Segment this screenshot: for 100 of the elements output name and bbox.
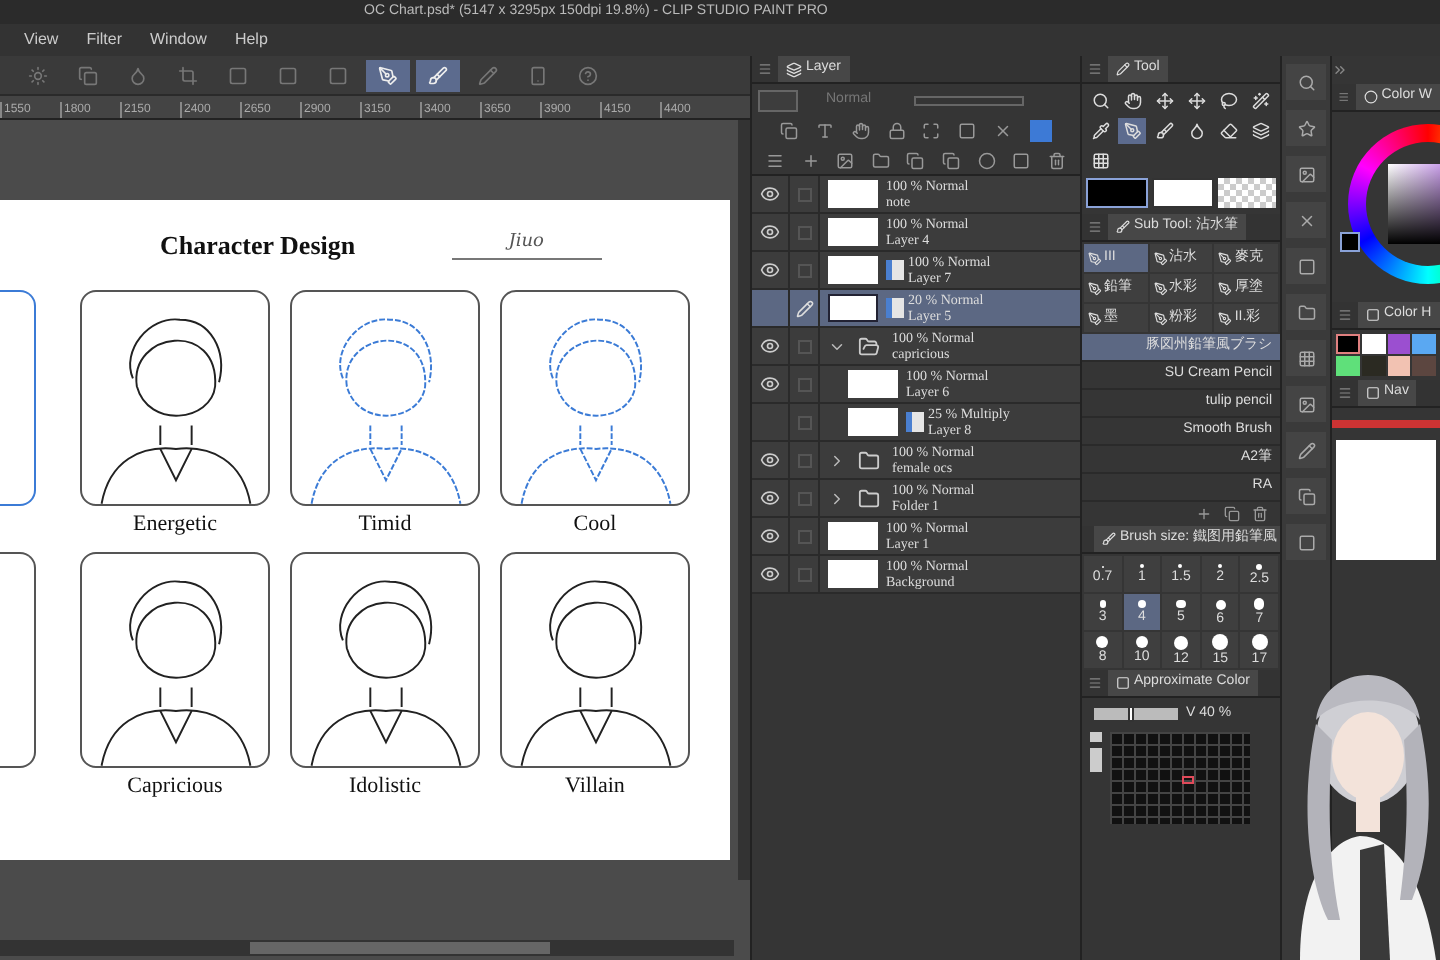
eye-icon[interactable] xyxy=(760,336,780,356)
eye-icon[interactable] xyxy=(760,260,780,280)
image-icon[interactable] xyxy=(836,151,855,169)
panel-button[interactable] xyxy=(1286,156,1326,192)
copy-icon[interactable] xyxy=(942,151,960,169)
pen-icon xyxy=(1218,281,1233,295)
opacity-slider[interactable] xyxy=(914,95,1024,105)
square-icon[interactable] xyxy=(1012,151,1031,169)
text-icon[interactable] xyxy=(816,122,835,140)
toolbar-button[interactable] xyxy=(366,59,410,91)
panel-button[interactable] xyxy=(1286,202,1326,238)
panel-button[interactable] xyxy=(1286,524,1326,560)
brush-icon xyxy=(1155,122,1174,140)
panel-menu-icon[interactable] xyxy=(1338,90,1350,104)
collapse-icon[interactable] xyxy=(828,489,846,507)
lock-checkbox[interactable] xyxy=(797,567,811,581)
color-mode-dropdown[interactable] xyxy=(758,89,798,111)
panel-menu-icon[interactable] xyxy=(758,62,772,76)
eye-icon[interactable] xyxy=(760,450,780,470)
copy-icon[interactable] xyxy=(906,151,925,169)
eye-icon[interactable] xyxy=(760,488,780,508)
portrait-caption: Villain xyxy=(565,776,625,798)
trash-icon[interactable] xyxy=(1047,151,1066,169)
hand-icon[interactable] xyxy=(851,122,870,140)
menu-icon[interactable] xyxy=(766,151,785,169)
collapse-icon[interactable] xyxy=(1332,62,1348,78)
add-icon[interactable] xyxy=(1196,506,1212,522)
lock-checkbox[interactable] xyxy=(797,529,811,543)
menu-item[interactable]: Window xyxy=(149,28,207,52)
color-swatch[interactable] xyxy=(1086,178,1148,208)
panel-button[interactable] xyxy=(1286,432,1326,468)
eraser-icon xyxy=(1220,122,1239,140)
lock-checkbox[interactable] xyxy=(797,491,811,505)
square-icon[interactable] xyxy=(958,122,977,140)
lock-checkbox[interactable] xyxy=(797,453,811,467)
scrollbar-thumb[interactable] xyxy=(250,942,550,954)
slider-thumb[interactable] xyxy=(1090,741,1102,748)
eye-icon[interactable] xyxy=(760,374,780,394)
menu-item[interactable]: Help xyxy=(234,28,268,52)
copy-icon xyxy=(78,65,98,85)
color-swatch[interactable] xyxy=(1387,334,1411,354)
lock-checkbox[interactable] xyxy=(797,225,811,239)
pen-icon xyxy=(378,65,398,85)
eye-icon[interactable] xyxy=(760,564,780,584)
color-swatch[interactable] xyxy=(1336,356,1360,376)
color-swatch[interactable] xyxy=(1412,356,1436,376)
move-icon xyxy=(1155,92,1174,110)
panel-button[interactable] xyxy=(1286,64,1326,100)
main-color-chip[interactable] xyxy=(1340,232,1360,252)
lock-checkbox[interactable] xyxy=(797,339,811,353)
panel-button[interactable] xyxy=(1286,294,1326,330)
panel-button[interactable] xyxy=(1286,386,1326,422)
lock-checkbox[interactable] xyxy=(797,415,811,429)
toolbar-button[interactable] xyxy=(416,59,460,91)
slider-thumb[interactable] xyxy=(1127,706,1134,723)
square-icon xyxy=(1116,676,1130,690)
panel-button[interactable] xyxy=(1286,340,1326,376)
color-swatch[interactable] xyxy=(1387,356,1411,376)
panel-menu-icon[interactable] xyxy=(1088,220,1102,234)
eye-icon[interactable] xyxy=(760,184,780,204)
panel-menu-icon[interactable] xyxy=(1088,676,1102,690)
side-slider[interactable] xyxy=(1090,731,1102,771)
circle-icon[interactable] xyxy=(977,151,996,169)
lock-checkbox[interactable] xyxy=(797,377,811,391)
lock-checkbox[interactable] xyxy=(797,187,811,201)
color-swatch[interactable] xyxy=(1152,178,1214,208)
color-swatch[interactable] xyxy=(1336,334,1360,354)
portrait-caption: Idolistic xyxy=(348,776,422,798)
tool-button[interactable] xyxy=(1118,118,1147,144)
panel-menu-icon[interactable] xyxy=(1088,62,1102,76)
panel-button[interactable] xyxy=(1286,248,1326,284)
menu-item[interactable]: Filter xyxy=(86,28,122,52)
close-icon[interactable] xyxy=(993,122,1012,140)
menu-item[interactable]: View xyxy=(24,28,59,52)
color-swatch[interactable] xyxy=(1361,356,1385,376)
trash-icon[interactable] xyxy=(1252,506,1268,522)
panel-menu-icon[interactable] xyxy=(1338,386,1352,400)
color-swatch[interactable] xyxy=(1412,334,1436,354)
collapse-icon[interactable] xyxy=(828,451,846,469)
folder-icon[interactable] xyxy=(871,151,890,169)
mask-button[interactable] xyxy=(1029,120,1052,142)
panel-menu-icon[interactable] xyxy=(1338,308,1352,322)
transparent-color-swatch[interactable] xyxy=(1218,178,1276,208)
expand-icon[interactable] xyxy=(922,122,941,140)
add-icon[interactable] xyxy=(801,151,820,169)
help-icon xyxy=(578,65,598,85)
color-grid[interactable] xyxy=(1110,731,1250,823)
panel-button[interactable] xyxy=(1286,478,1326,514)
copy-icon[interactable] xyxy=(780,122,799,140)
color-swatch[interactable] xyxy=(1361,334,1385,354)
eye-icon[interactable] xyxy=(760,222,780,242)
lock-checkbox[interactable] xyxy=(797,263,811,277)
search-icon xyxy=(1297,73,1315,91)
copy-icon[interactable] xyxy=(1224,506,1240,522)
image-icon xyxy=(1297,395,1315,413)
eye-icon[interactable] xyxy=(760,526,780,546)
vertical-scrollbar[interactable] xyxy=(738,120,750,880)
value-slider[interactable] xyxy=(1094,708,1178,721)
lock-icon[interactable] xyxy=(887,122,906,140)
panel-button[interactable] xyxy=(1286,110,1326,146)
